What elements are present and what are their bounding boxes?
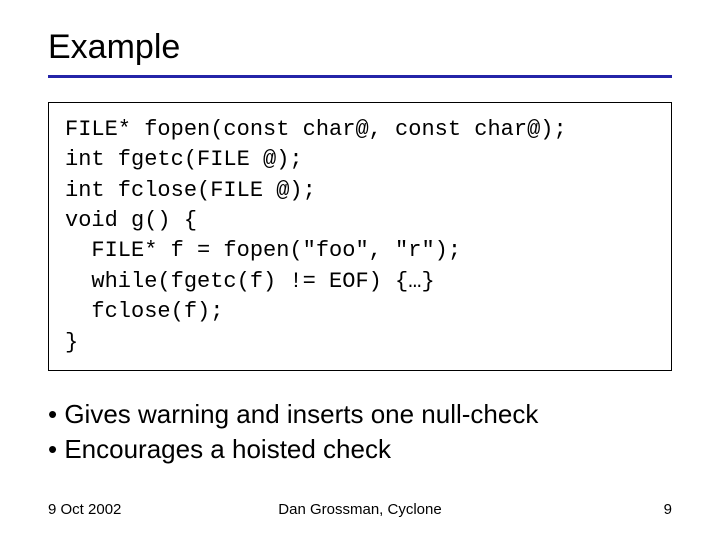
bullet-item: Encourages a hoisted check — [48, 432, 672, 467]
code-line: FILE* f = fopen("foo", "r"); — [65, 238, 461, 263]
code-line: int fgetc(FILE @); — [65, 147, 303, 172]
slide: Example FILE* fopen(const char@, const c… — [0, 0, 720, 540]
code-block: FILE* fopen(const char@, const char@); i… — [48, 102, 672, 371]
footer-page: 9 — [664, 501, 672, 518]
bullet-list: Gives warning and inserts one null-check… — [48, 397, 672, 467]
slide-footer: 9 Oct 2002 Dan Grossman, Cyclone 9 — [48, 501, 672, 518]
code-line: FILE* fopen(const char@, const char@); — [65, 117, 567, 142]
footer-date: 9 Oct 2002 — [48, 501, 121, 518]
code-line: int fclose(FILE @); — [65, 178, 316, 203]
code-line: while(fgetc(f) != EOF) {…} — [65, 269, 435, 294]
slide-title: Example — [48, 28, 672, 67]
code-line: void g() { — [65, 208, 197, 233]
code-line: fclose(f); — [65, 299, 223, 324]
bullet-item: Gives warning and inserts one null-check — [48, 397, 672, 432]
title-underline — [48, 75, 672, 78]
footer-author: Dan Grossman, Cyclone — [48, 501, 672, 518]
code-line: } — [65, 330, 78, 355]
